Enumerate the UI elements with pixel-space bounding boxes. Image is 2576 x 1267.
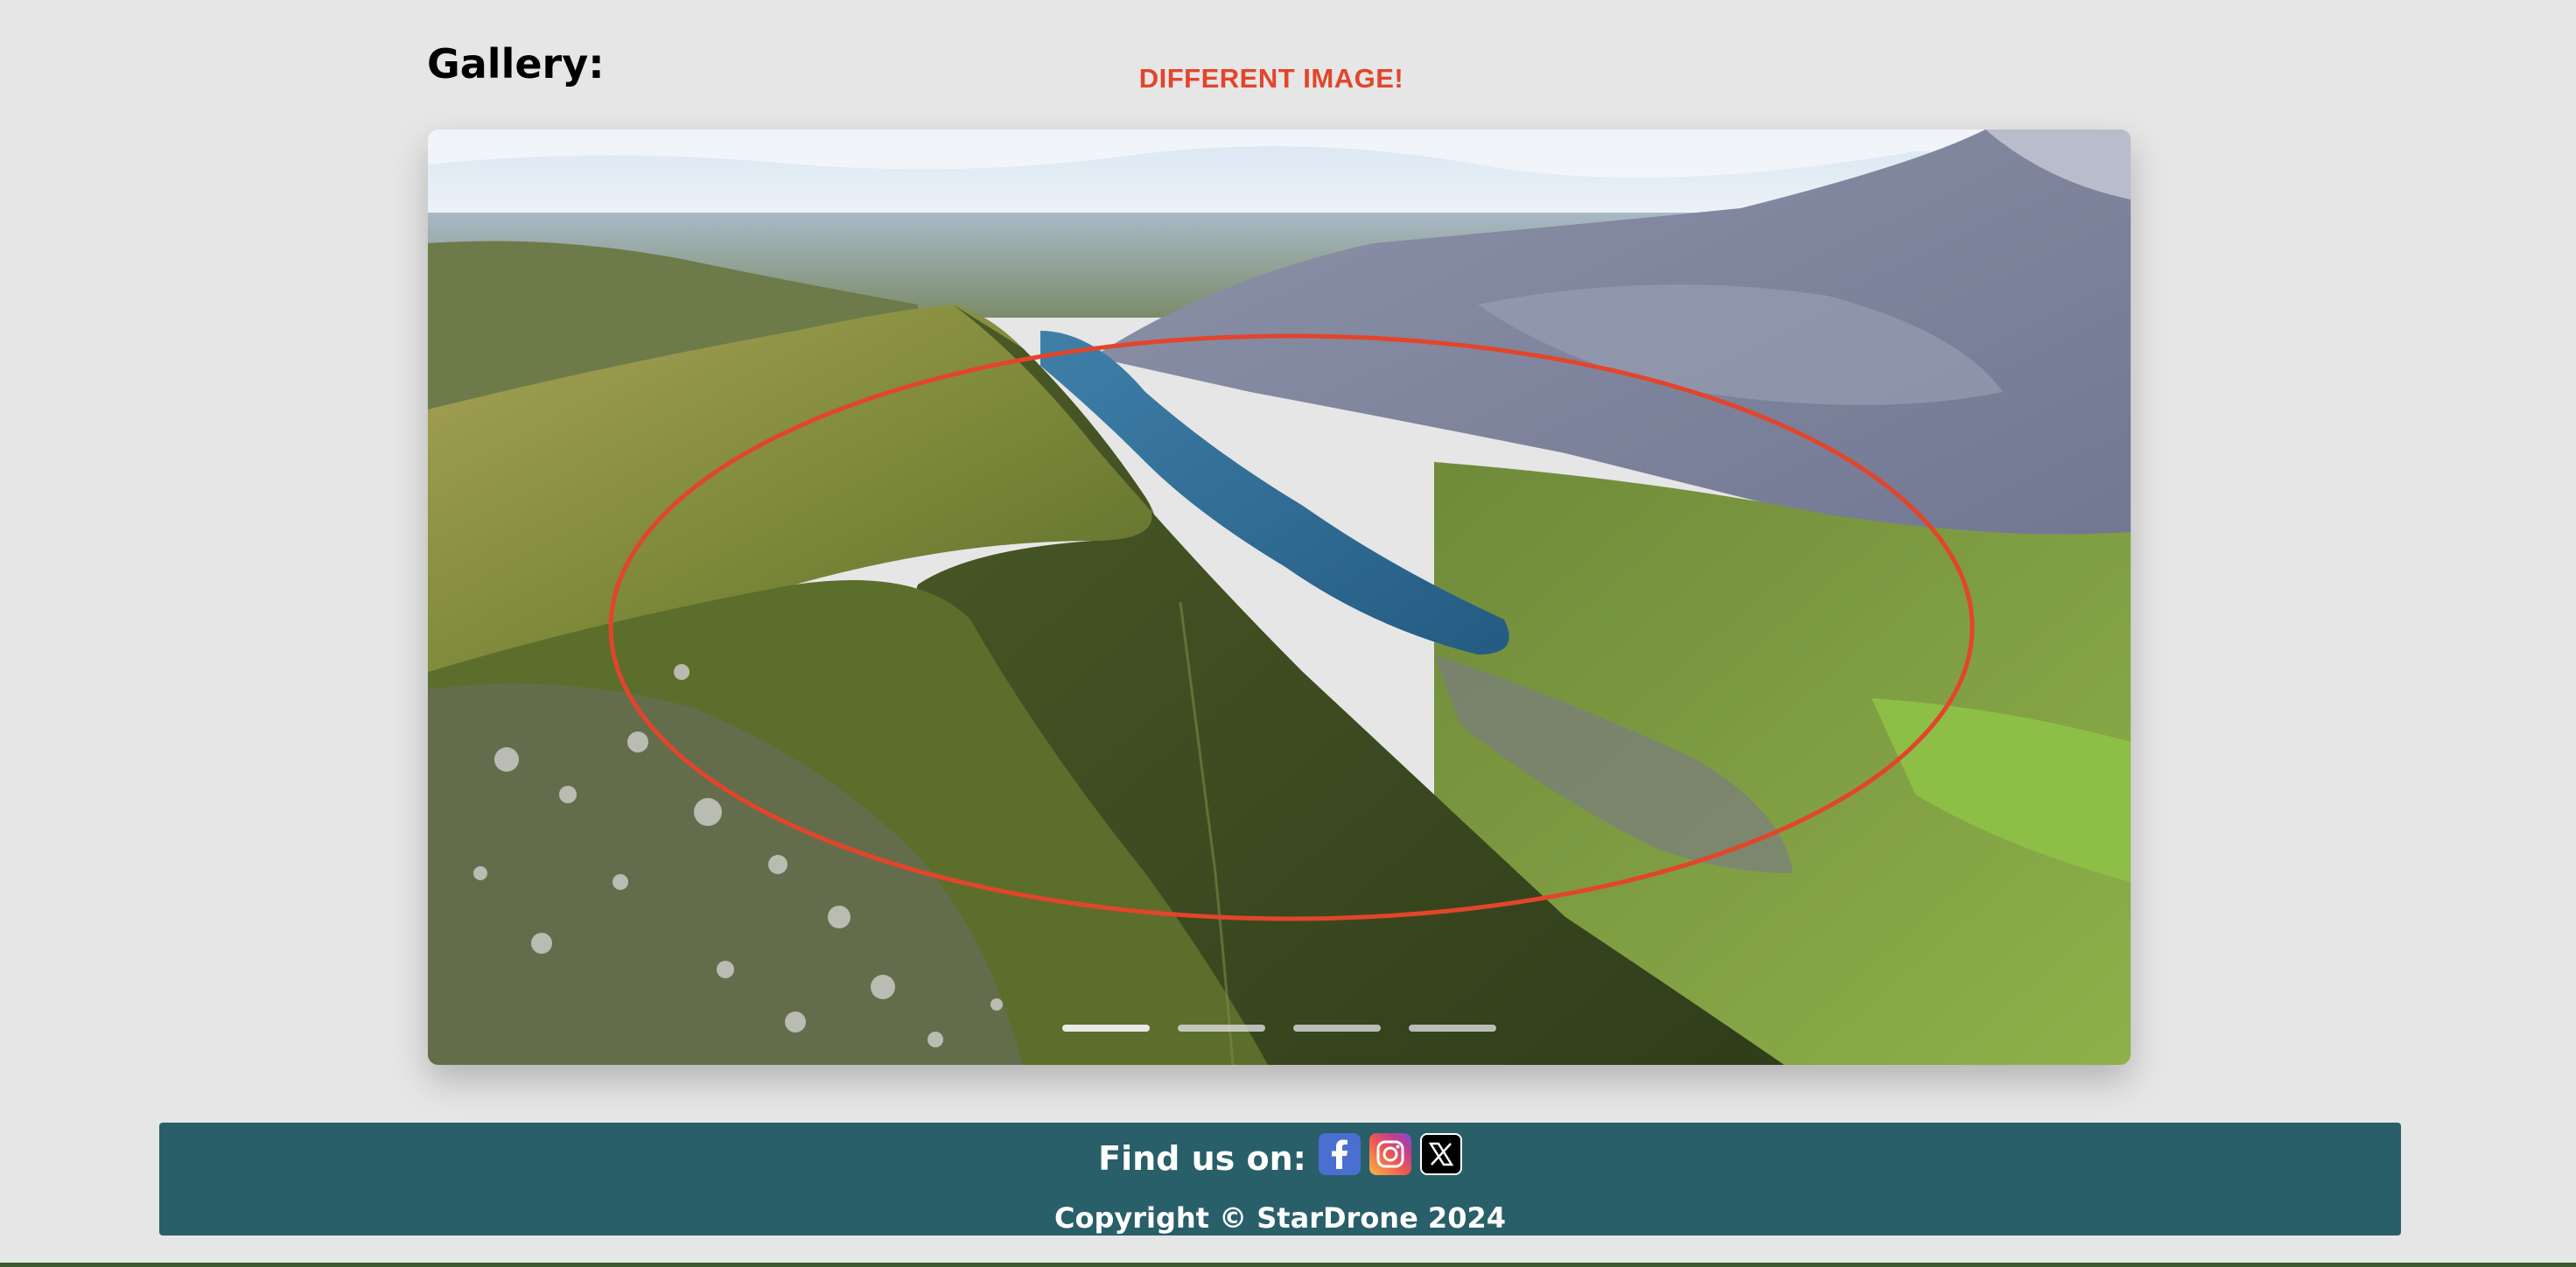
x-icon[interactable]	[1419, 1133, 1462, 1175]
carousel-indicator-3[interactable]	[1293, 1025, 1381, 1032]
bottom-border	[0, 1263, 2576, 1267]
find-us-label: Find us on:	[1098, 1139, 1306, 1178]
gallery-carousel[interactable]	[428, 130, 2131, 1065]
carousel-indicator-2[interactable]	[1178, 1025, 1265, 1032]
footer: Find us on: Copyright © StarDrone 2024	[159, 1123, 2401, 1236]
gallery-slide-image	[428, 130, 2131, 1065]
copyright-text: Copyright © StarDrone 2024	[1054, 1201, 1506, 1235]
gallery-title: Gallery:	[427, 40, 605, 88]
find-us-row: Find us on:	[159, 1123, 2401, 1194]
facebook-icon[interactable]	[1318, 1133, 1361, 1175]
carousel-indicators	[428, 1025, 2131, 1032]
annotation-label: DIFFERENT IMAGE!	[1138, 63, 1404, 94]
instagram-icon[interactable]	[1368, 1133, 1411, 1175]
carousel-indicator-1[interactable]	[1062, 1025, 1150, 1032]
carousel-indicator-4[interactable]	[1409, 1025, 1496, 1032]
page: Gallery: DIFFERENT IMAGE! Find us on: Co…	[0, 0, 2576, 1267]
